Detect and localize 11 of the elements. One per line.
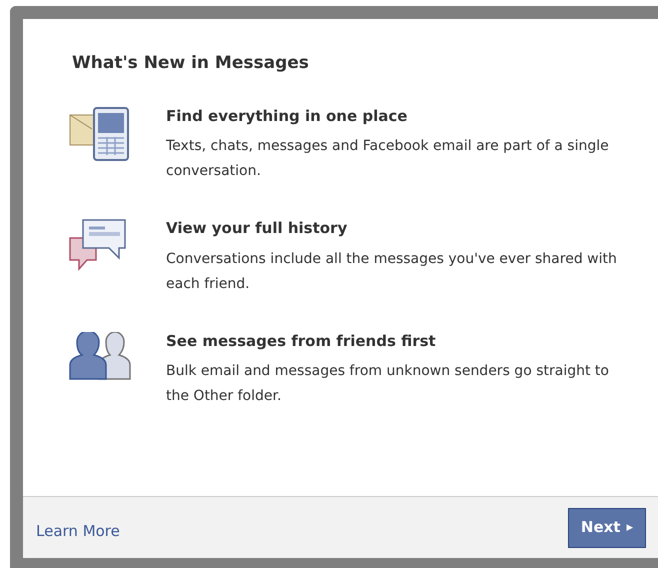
next-button[interactable]: Next ▸ [568, 508, 646, 548]
feature-title: Find everything in one place [166, 106, 408, 126]
feature-title: See messages from friends first [166, 330, 437, 352]
learn-more-link[interactable]: Learn More [36, 512, 120, 543]
chat-bubbles-icon [69, 219, 127, 273]
dialog-title: What's New in Messages [71, 52, 310, 75]
feature-description: Conversations include all the messages you've ever shared with each friend. [166, 250, 618, 294]
feature-description: Bulk email and messages from unknown senders go straight to the Other folder. [166, 362, 610, 406]
feature-title: View your full history [166, 218, 348, 239]
feature-description: Texts, chats, messages and Facebook email are part of a single conversation. [166, 137, 610, 181]
envelope-phone-icon [69, 106, 129, 160]
